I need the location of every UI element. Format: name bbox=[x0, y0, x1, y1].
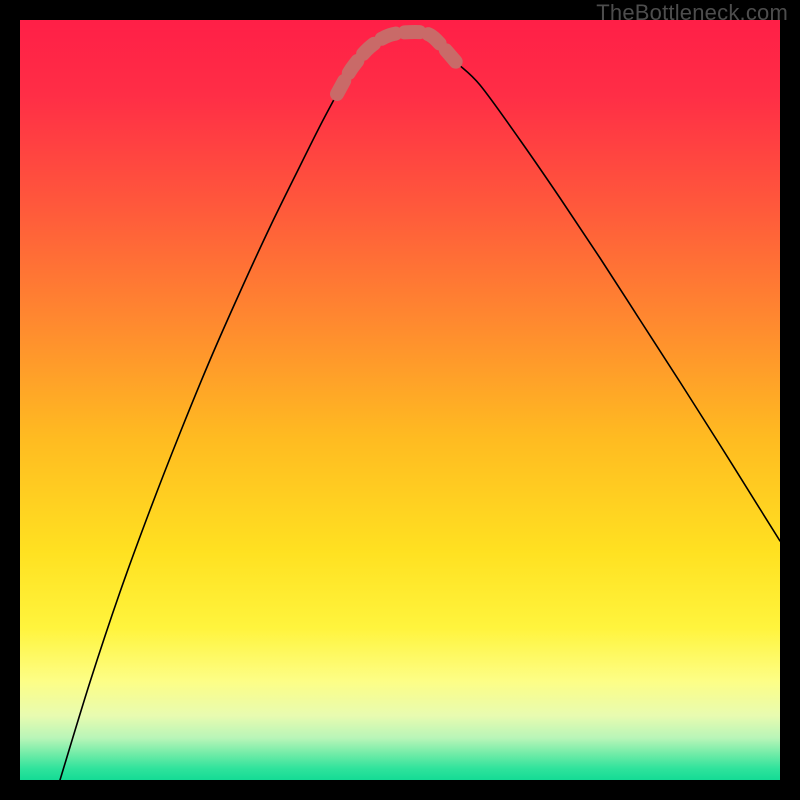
chart-frame bbox=[20, 20, 780, 780]
gradient-fill bbox=[20, 20, 780, 780]
bottleneck-heat-gradient bbox=[20, 20, 780, 780]
